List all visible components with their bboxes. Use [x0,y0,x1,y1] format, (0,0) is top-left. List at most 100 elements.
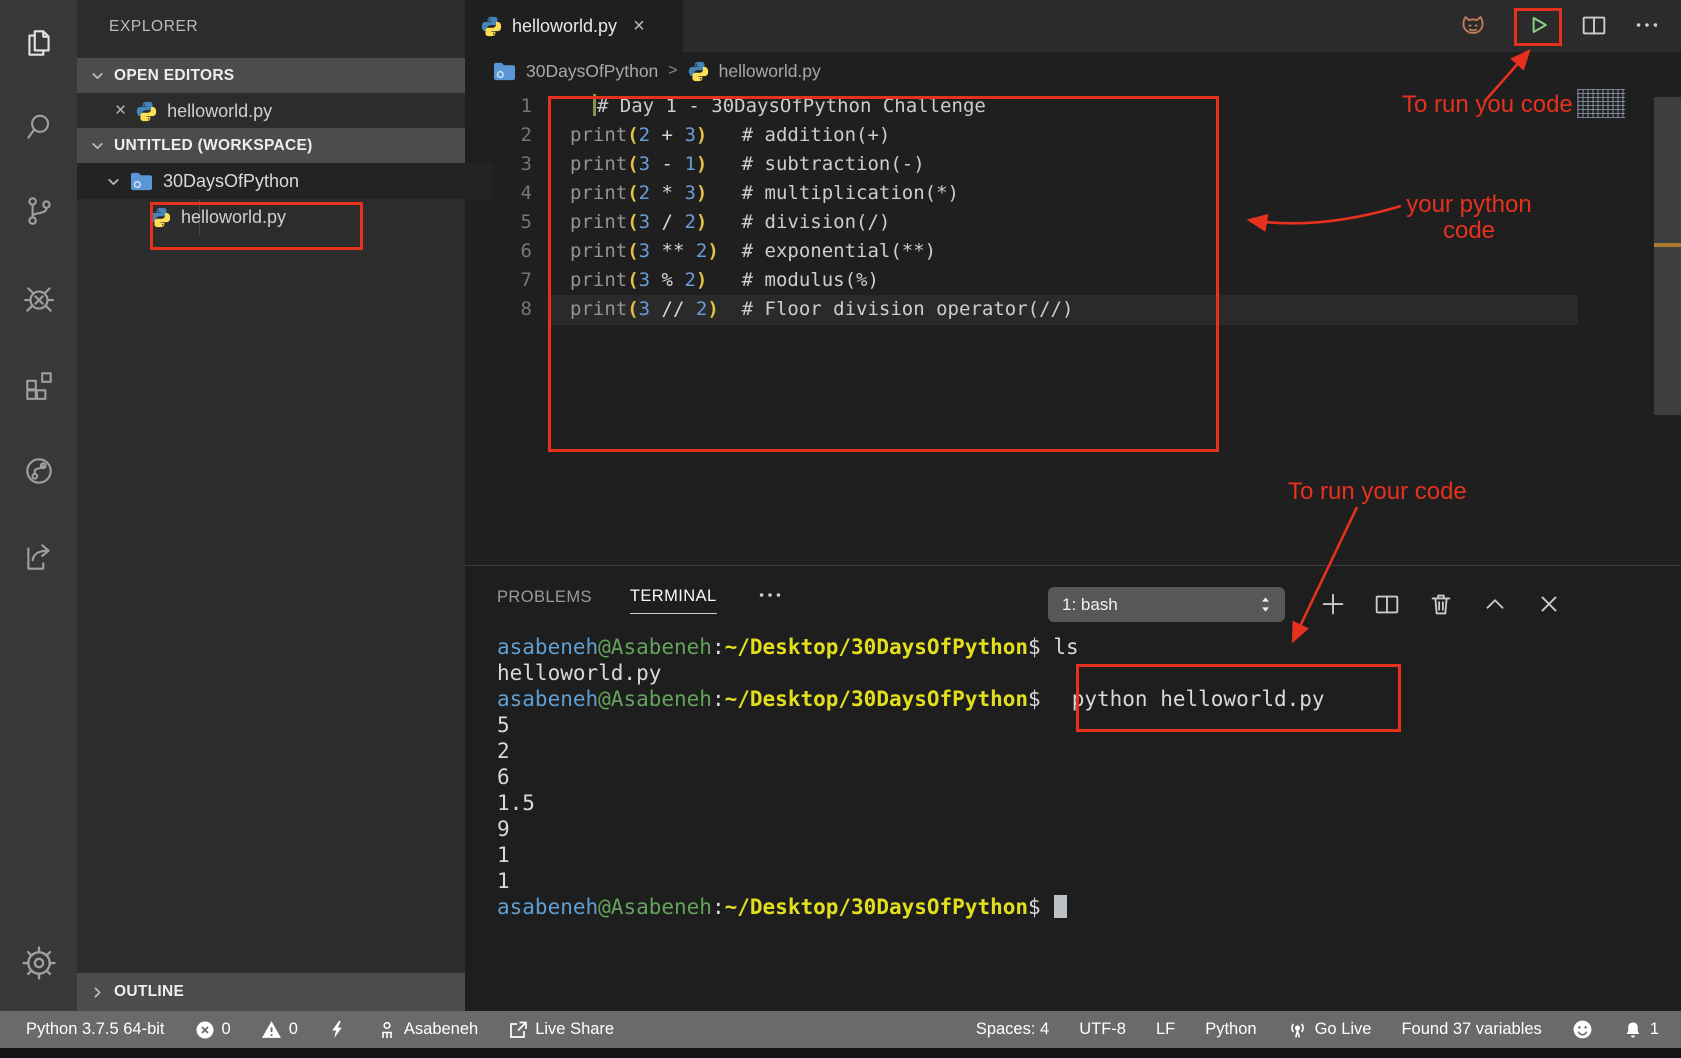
close-icon[interactable]: × [115,100,126,122]
code-editor[interactable]: 1 # Day 1 - 30DaysOfPython Challenge2pri… [497,92,1073,324]
extensions-icon[interactable] [20,366,58,404]
panel-tabs: PROBLEMS TERMINAL [497,586,785,615]
cat-icon[interactable] [1456,10,1490,44]
status-bar: Python 3.7.5 64-bit00AsabenehLive Share … [0,1011,1681,1048]
status-eol[interactable]: LF [1156,1020,1175,1039]
status-go-live[interactable]: Go Live [1287,1019,1372,1040]
trash-icon[interactable] [1426,587,1456,621]
live-share-icon [508,1020,528,1040]
person-icon [377,1020,397,1040]
debug-icon[interactable] [20,280,58,318]
editor-scrollbar[interactable] [1654,97,1681,415]
status-live-share[interactable]: Live Share [508,1020,614,1040]
play-icon [1524,11,1552,44]
editor-tabstrip: helloworld.py × [465,0,1681,52]
terminal-output-line: 5 [497,712,1325,738]
line-number: 8 [497,295,532,324]
status-warnings[interactable]: 0 [261,1019,298,1040]
code-line-8: 8print(3 // 2) # Floor division operator… [497,295,1073,324]
folder-icon [130,171,153,192]
python-icon [136,101,157,122]
broadcast-icon [1287,1019,1308,1040]
terminal-prompt-line: asabeneh@Asabeneh:~/Desktop/30DaysOfPyth… [497,894,1325,920]
line-number: 2 [497,121,532,150]
ellipsis-icon[interactable] [755,580,785,615]
terminal-prompt-line: asabeneh@Asabeneh:~/Desktop/30DaysOfPyth… [497,686,1325,712]
code-line-5: 5print(3 / 2) # division(/) [497,208,1073,237]
breadcrumb: 30DaysOfPython > helloworld.py [465,52,1681,90]
thumbnail-noise [1577,89,1625,118]
sidebar-title: EXPLORER [109,18,198,36]
code-line-2: 2print(2 + 3) # addition(+) [497,121,1073,150]
status-python-version[interactable]: Python 3.7.5 64-bit [26,1020,165,1039]
share-doc-icon[interactable] [20,538,58,576]
tab-terminal[interactable]: TERMINAL [630,587,717,614]
tab-problems[interactable]: PROBLEMS [497,588,592,614]
terminal-output-line: 6 [497,764,1325,790]
settings-gear-icon[interactable] [20,944,58,982]
select-spinner-icon [1256,595,1275,614]
line-number: 5 [497,208,532,237]
python-icon [481,16,502,37]
vscode-window: EXPLORER OPEN EDITORS × helloworld.py UN… [0,0,1681,1058]
bolt-icon [328,1020,347,1039]
close-tab-icon[interactable]: × [633,15,645,38]
run-button[interactable] [1514,8,1562,46]
terminal-output-line: 2 [497,738,1325,764]
open-editors-header[interactable]: OPEN EDITORS [77,58,465,93]
search-icon[interactable] [20,108,58,146]
terminal-output[interactable]: asabeneh@Asabeneh:~/Desktop/30DaysOfPyth… [497,634,1325,920]
smiley-icon [1572,1019,1593,1040]
git-graph-icon[interactable] [20,452,58,490]
collapse-panel-icon[interactable] [1480,587,1510,621]
terminal-output-line: 1 [497,842,1325,868]
source-control-icon[interactable] [20,192,58,230]
line-number: 6 [497,237,532,266]
tab-helloworld[interactable]: helloworld.py × [465,0,683,52]
terminal-command: ls [1041,635,1079,659]
warning-icon [261,1019,282,1040]
status-feedback-smiley[interactable] [1572,1019,1593,1040]
status-feedback-bolt[interactable] [328,1020,347,1039]
code-line-6: 6print(3 ** 2) # exponential(**) [497,237,1073,266]
breadcrumb-file[interactable]: helloworld.py [719,61,821,82]
terminal-prompt-line: asabeneh@Asabeneh:~/Desktop/30DaysOfPyth… [497,634,1325,660]
close-panel-icon[interactable] [1534,587,1564,621]
status-variables-found[interactable]: Found 37 variables [1401,1020,1541,1039]
split-terminal-icon[interactable] [1372,587,1402,621]
file-item-helloworld[interactable]: helloworld.py [77,199,538,235]
more-actions-icon[interactable] [1630,10,1664,44]
code-line-4: 4print(2 * 3) # multiplication(*) [497,179,1073,208]
folder-item-30daysofpython[interactable]: 30DaysOfPython [77,163,493,199]
status-language-mode[interactable]: Python [1205,1020,1256,1039]
status-notifications[interactable]: 1 [1623,1020,1659,1040]
breadcrumb-separator: > [668,62,677,80]
explorer-icon[interactable] [20,24,58,62]
bell-icon [1623,1020,1643,1040]
annotation-your-python-code: your python code [1398,192,1540,244]
line-number: 7 [497,266,532,295]
line-number: 4 [497,179,532,208]
status-account[interactable]: Asabeneh [377,1020,478,1040]
workspace-header[interactable]: UNTITLED (WORKSPACE) [77,128,465,163]
outline-header[interactable]: OUTLINE [77,973,465,1011]
status-errors[interactable]: 0 [195,1020,231,1040]
chevron-right-icon [89,984,106,1001]
chevron-down-icon [89,67,106,84]
line-number: 1 [497,92,532,121]
python-icon [688,61,709,82]
status-indentation[interactable]: Spaces: 4 [976,1020,1049,1039]
error-icon [195,1020,215,1040]
shell-selector[interactable]: 1: bash [1048,587,1285,622]
add-terminal-icon[interactable] [1318,587,1348,621]
open-editor-item-helloworld[interactable]: × helloworld.py [77,93,503,129]
terminal-cursor [1054,895,1067,918]
split-editor-icon[interactable] [1577,10,1611,44]
terminal-output-line: 1 [497,868,1325,894]
status-encoding[interactable]: UTF-8 [1079,1020,1126,1039]
chevron-down-icon [89,137,106,154]
bottom-strip [0,1048,1681,1058]
chevron-down-icon [105,173,122,190]
breadcrumb-folder[interactable]: 30DaysOfPython [526,61,658,82]
activity-bar [0,0,77,1011]
